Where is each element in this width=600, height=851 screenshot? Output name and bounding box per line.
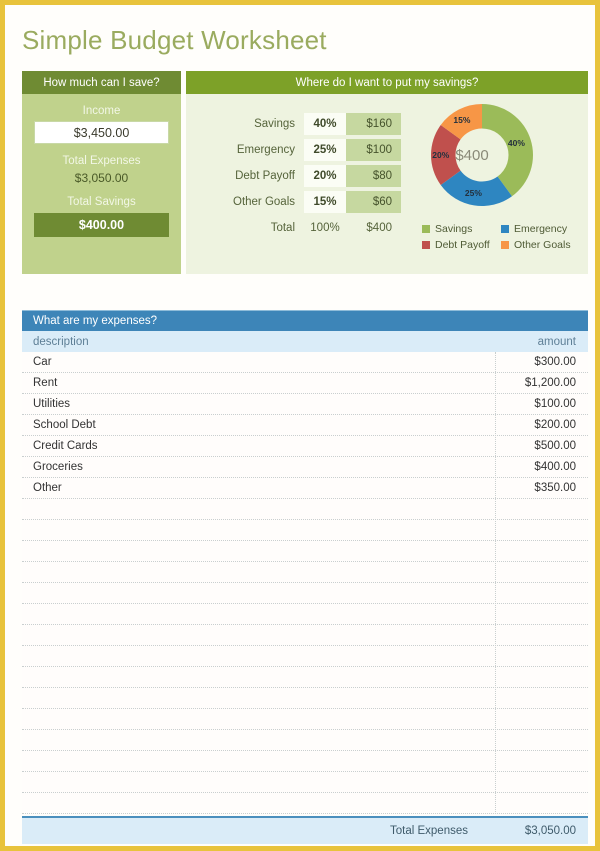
table-row[interactable]: Groceries $400.00 [22,457,588,478]
table-row[interactable] [22,730,588,751]
donut-slice-label: 40% [507,138,525,149]
legend-label: Emergency [514,223,568,235]
table-row[interactable] [22,541,588,562]
table-row[interactable] [22,583,588,604]
expense-amount[interactable]: $1,200.00 [484,377,588,389]
table-row[interactable] [22,520,588,541]
table-row[interactable] [22,667,588,688]
expense-amount[interactable]: $350.00 [484,482,588,494]
legend-swatch-icon [422,225,430,233]
table-row[interactable]: School Debt $200.00 [22,415,588,436]
legend-item: Other Goals [501,237,580,253]
allocation-name: Emergency [236,144,295,156]
allocation-percent-input[interactable]: 20% [304,165,346,187]
allocation-name: Other Goals [233,196,295,208]
table-row[interactable] [22,751,588,772]
table-row[interactable]: Other $350.00 [22,478,588,499]
expenses-header: What are my expenses? [22,310,588,331]
column-divider [495,352,497,814]
total-savings-label: Total Savings [67,196,136,208]
allocation-row: Debt Payoff 20% $80 [200,165,410,187]
expense-description[interactable]: Car [22,356,484,368]
table-row[interactable] [22,562,588,583]
allocation-percent-input[interactable]: 15% [304,191,346,213]
chart-legend: Savings Emergency Debt Payoff Other Goals [422,221,580,253]
total-savings-value: $400.00 [34,213,169,237]
expense-amount[interactable]: $500.00 [484,440,588,452]
total-expenses-row-label: Total Expenses [390,825,468,837]
expense-description[interactable]: Rent [22,377,484,389]
table-row[interactable] [22,499,588,520]
allocation-percent-input[interactable]: 25% [304,139,346,161]
expenses-column-headers: description amount [22,331,588,352]
table-row[interactable] [22,709,588,730]
allocation-header: Where do I want to put my savings? [186,71,588,94]
table-row[interactable] [22,793,588,814]
table-row[interactable] [22,625,588,646]
expense-amount[interactable]: $400.00 [484,461,588,473]
legend-item: Savings [422,221,501,237]
income-label: Income [82,105,121,117]
allocation-total-percent: 100% [310,222,340,234]
table-row[interactable]: Car $300.00 [22,352,588,373]
legend-label: Debt Payoff [435,239,490,251]
allocation-total-row: Total 100% $400 [200,217,410,239]
allocation-amount: $100 [346,139,401,161]
table-row[interactable] [22,688,588,709]
page-title: Simple Budget Worksheet [22,25,327,55]
expenses-rows: Car $300.00 Rent $1,200.00 Utilities $100.00 S… [22,352,588,814]
table-row[interactable] [22,646,588,667]
legend-label: Other Goals [514,239,571,251]
legend-swatch-icon [501,225,509,233]
allocation-amount: $60 [346,191,401,213]
allocation-row: Emergency 25% $100 [200,139,410,161]
allocation-name: Savings [254,118,295,130]
allocation-total-label: Total [270,222,295,234]
legend-item: Emergency [501,221,580,237]
donut-slice-label: 20% [432,150,450,160]
expense-amount[interactable]: $200.00 [484,419,588,431]
legend-label: Savings [435,223,473,235]
allocation-amount: $160 [346,113,401,135]
table-row[interactable]: Credit Cards $500.00 [22,436,588,457]
summary-section: How much can I save? Income $3,450.00 To… [22,71,588,274]
column-header-amount: amount [537,335,576,348]
total-expenses-row-value: $3,050.00 [524,825,576,837]
allocation-name: Debt Payoff [235,170,295,182]
expense-description[interactable]: Utilities [22,398,484,410]
expenses-total-row: Total Expenses $3,050.00 [22,816,588,844]
total-expenses-value: $3,050.00 [74,171,129,185]
expense-description[interactable]: Groceries [22,461,484,473]
allocation-total-amount: $400 [366,222,392,234]
table-row[interactable] [22,772,588,793]
allocation-table: Savings 40% $160 Emergency 25% $100 Debt… [200,113,410,243]
allocation-percent-input[interactable]: 40% [304,113,346,135]
expense-amount[interactable]: $300.00 [484,356,588,368]
table-row[interactable] [22,604,588,625]
allocation-panel: Where do I want to put my savings? Savin… [186,71,588,274]
legend-swatch-icon [422,241,430,249]
donut-slice-label: 25% [464,188,482,199]
allocation-amount: $80 [346,165,401,187]
expense-description[interactable]: Other [22,482,484,494]
savings-donut-chart: $400 40% 25% 20% 15% Savings Emergency Debt P… [420,103,580,268]
worksheet-page: Simple Budget Worksheet How much can I s… [5,5,595,846]
table-row[interactable]: Rent $1,200.00 [22,373,588,394]
legend-swatch-icon [501,241,509,249]
savings-summary-panel: How much can I save? Income $3,450.00 To… [22,71,181,274]
allocation-row: Other Goals 15% $60 [200,191,410,213]
column-header-description: description [33,335,89,348]
expense-description[interactable]: Credit Cards [22,440,484,452]
table-row[interactable]: Utilities $100.00 [22,394,588,415]
total-expenses-label: Total Expenses [62,155,141,167]
expense-description[interactable]: School Debt [22,419,484,431]
legend-item: Debt Payoff [422,237,501,253]
expense-amount[interactable]: $100.00 [484,398,588,410]
savings-summary-header: How much can I save? [22,71,181,94]
allocation-row: Savings 40% $160 [200,113,410,135]
expenses-section: What are my expenses? description amount… [22,310,588,844]
donut-slice-label: 15% [453,115,471,126]
income-input[interactable]: $3,450.00 [34,121,169,144]
